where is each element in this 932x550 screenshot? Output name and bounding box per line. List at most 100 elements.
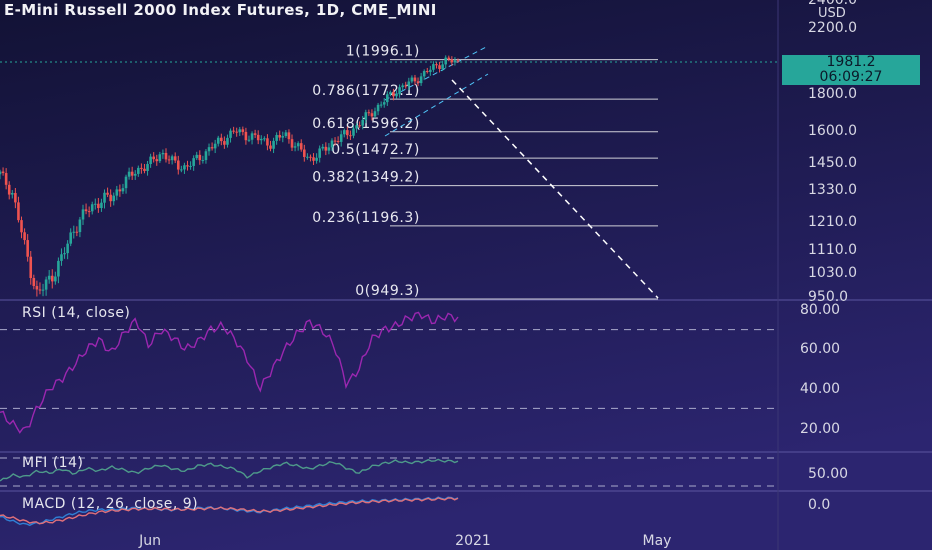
candle-body [14, 193, 17, 203]
candle-body [75, 231, 79, 233]
candle-body [78, 219, 82, 233]
candle-body [333, 140, 337, 142]
candle-body [183, 165, 186, 170]
candle-body [90, 204, 94, 212]
candle-body [235, 131, 238, 133]
candle-body [379, 104, 383, 106]
candle-body [204, 151, 208, 161]
candle-body [327, 147, 331, 151]
fib-level-label: 0.5(1472.7) [331, 142, 420, 158]
candle-body [146, 164, 149, 171]
time-axis-tick: Jun [138, 533, 161, 549]
candle-body [444, 57, 448, 65]
time-axis-tick: 2021 [455, 533, 491, 549]
candle-body [435, 64, 438, 66]
candle-body [389, 92, 392, 95]
candle-body [342, 130, 346, 135]
price-axis-tick: 1330.0 [808, 182, 857, 198]
candle-body [244, 131, 248, 141]
macd-panel-label: MACD (12, 26, close, 9) [22, 496, 199, 512]
candle-body [198, 154, 202, 161]
time-axis-tick: May [643, 533, 672, 549]
candle-body [272, 140, 275, 149]
candle-body [398, 87, 401, 95]
candle-body [241, 129, 245, 132]
candle-body [44, 279, 48, 290]
candle-body [318, 148, 321, 158]
candle-body [290, 139, 294, 148]
mfi-axis-tick: 50.00 [808, 466, 848, 482]
candle-body [429, 69, 432, 72]
price-axis-tick: 1800.0 [808, 86, 857, 102]
fib-level-label: 0.236(1196.3) [312, 210, 420, 226]
fib-level-label: 1(1996.1) [346, 44, 420, 60]
candle-body [223, 141, 226, 145]
candle-body [66, 243, 69, 254]
candle-body [152, 156, 155, 160]
rsi-axis-tick: 80.00 [800, 302, 840, 318]
candle-body [315, 157, 318, 161]
candle-body [281, 136, 285, 138]
mfi-panel-label: MFI (14) [22, 455, 84, 471]
rsi-panel-label: RSI (14, close) [22, 305, 131, 321]
candle-body [376, 104, 380, 112]
candle-body [26, 240, 29, 257]
candle-body [349, 135, 352, 137]
candle-body [373, 111, 377, 117]
candle-body [20, 220, 23, 233]
candle-body [106, 192, 109, 195]
candle-body [93, 203, 97, 205]
candle-body [358, 125, 361, 127]
countdown-tag: 06:09:27 [782, 70, 920, 85]
candle-body [103, 192, 106, 203]
candle-body [284, 132, 288, 137]
candle-body [201, 160, 205, 162]
candle-body [29, 256, 33, 279]
candle-body [330, 140, 334, 148]
candle-body [382, 102, 386, 105]
candle-body [253, 133, 257, 135]
candle-body [247, 139, 251, 141]
price-axis-tick: 1600.0 [808, 123, 857, 139]
candle-body [425, 71, 429, 73]
candle-body [410, 77, 414, 82]
candle-body [210, 147, 214, 149]
candle-body [57, 260, 60, 277]
candle-body [226, 137, 229, 145]
rsi-axis-tick: 20.00 [800, 421, 840, 437]
candle-body [32, 278, 36, 287]
candle-body [256, 134, 260, 141]
candle-body [124, 176, 128, 189]
candle-body [370, 113, 374, 117]
candle-body [266, 138, 269, 146]
candle-body [299, 143, 303, 150]
candle-body [155, 159, 159, 162]
candle-body [0, 171, 2, 175]
candle-body [386, 94, 389, 103]
candle-body [309, 156, 312, 158]
candle-body [161, 152, 165, 155]
fib-level-label: 0.382(1349.2) [312, 170, 420, 186]
candle-body [167, 159, 171, 161]
candle-body [407, 81, 411, 87]
candle-body [149, 156, 152, 165]
candle-body [220, 137, 223, 142]
candle-body [287, 132, 291, 140]
candle-body [395, 94, 398, 97]
candle-body [207, 147, 211, 152]
candle-body [115, 189, 119, 196]
candle-body [109, 194, 112, 202]
candle-body [100, 202, 103, 209]
candle-body [81, 209, 85, 220]
price-axis-tick: 2200.0 [808, 20, 857, 36]
currency-label: USD [818, 6, 846, 21]
candle-body [192, 158, 195, 166]
candle-body [41, 289, 45, 291]
candle-body [170, 156, 174, 161]
candle-body [269, 145, 272, 149]
candle-body [259, 138, 263, 141]
candle-body [441, 64, 444, 69]
price-axis-tick: 1210.0 [808, 214, 857, 230]
candle-body [364, 112, 368, 120]
candle-body [35, 286, 39, 290]
